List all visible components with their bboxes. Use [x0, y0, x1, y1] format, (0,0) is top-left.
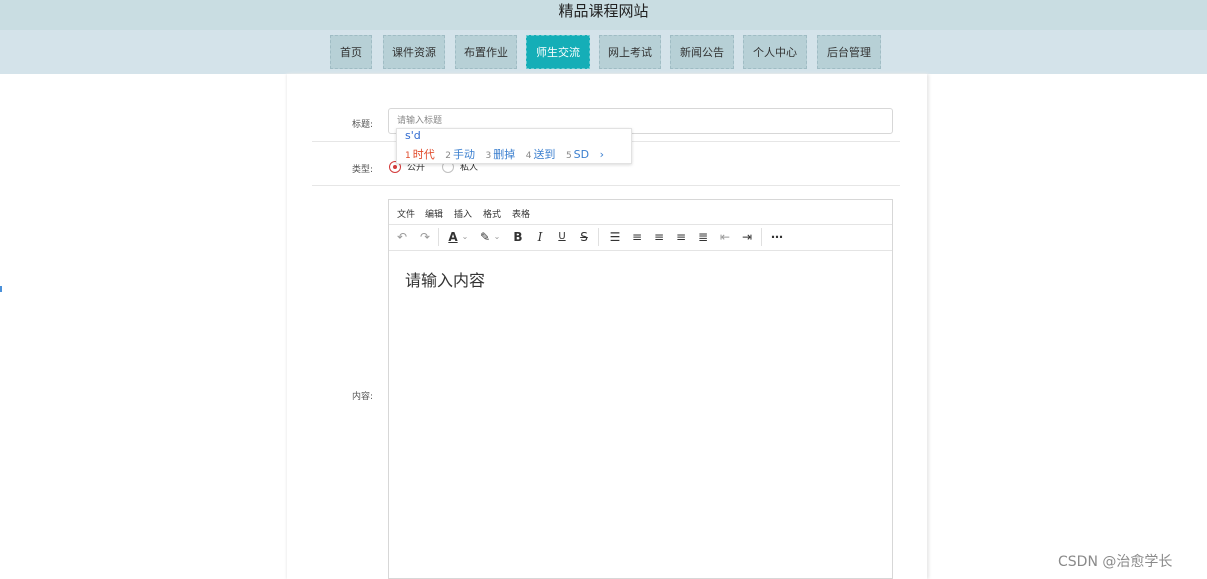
- toolbar-separator: [761, 228, 762, 246]
- ime-candidate[interactable]: 5 SD: [566, 148, 589, 161]
- chevron-down-icon[interactable]: ⌄: [461, 229, 469, 245]
- highlight-icon[interactable]: ✎: [477, 229, 493, 245]
- align-right-icon[interactable]: ≡: [673, 229, 689, 245]
- scroll-marker: [0, 286, 2, 292]
- nav-home[interactable]: 首页: [330, 35, 372, 69]
- nav-exam[interactable]: 网上考试: [599, 35, 661, 69]
- align-left-icon[interactable]: ≡: [629, 229, 645, 245]
- menu-edit[interactable]: 编辑: [425, 207, 443, 220]
- bold-icon[interactable]: B: [510, 229, 526, 245]
- ime-candidates: 1 时代 2 手动 3 删掉 4 送到 5 SD ›: [405, 146, 611, 162]
- ime-candidate[interactable]: 1 时代: [405, 148, 435, 161]
- ime-candidate[interactable]: 4 送到: [526, 148, 556, 161]
- list-icon[interactable]: ☰: [607, 229, 623, 245]
- nav-news[interactable]: 新闻公告: [670, 35, 734, 69]
- menu-format[interactable]: 格式: [483, 207, 501, 220]
- nav-admin[interactable]: 后台管理: [817, 35, 881, 69]
- strikethrough-icon[interactable]: S: [576, 229, 592, 245]
- nav-homework[interactable]: 布置作业: [455, 35, 517, 69]
- toolbar-separator: [438, 228, 439, 246]
- align-justify-icon[interactable]: ≣: [695, 229, 711, 245]
- undo-icon[interactable]: ↶: [394, 229, 410, 245]
- editor-toolbar: ↶ ↷ A ⌄ ✎ ⌄ B I U S ☰ ≡ ≡ ≡ ≣ ⇤ ⇥ ⋯: [389, 224, 892, 251]
- editor-placeholder[interactable]: 请输入内容: [405, 267, 485, 291]
- redo-icon[interactable]: ↷: [417, 229, 433, 245]
- italic-icon[interactable]: I: [532, 229, 548, 245]
- menu-file[interactable]: 文件: [397, 207, 415, 220]
- ime-candidate[interactable]: 2 手动: [445, 148, 475, 161]
- site-header: 精品课程网站: [0, 0, 1207, 30]
- type-label: 类型:: [352, 165, 374, 175]
- underline-icon[interactable]: U: [554, 229, 570, 245]
- nav-courseware[interactable]: 课件资源: [383, 35, 445, 69]
- indent-icon[interactable]: ⇥: [739, 229, 755, 245]
- outdent-icon[interactable]: ⇤: [717, 229, 733, 245]
- menu-table[interactable]: 表格: [512, 207, 530, 220]
- ime-candidate-popup: s'd 1 时代 2 手动 3 删掉 4 送到 5 SD ›: [396, 128, 632, 164]
- more-icon[interactable]: ⋯: [769, 229, 785, 245]
- divider: [312, 185, 900, 186]
- main-nav: 首页 课件资源 布置作业 师生交流 网上考试 新闻公告 个人中心 后台管理: [0, 30, 1207, 74]
- editor-menubar: 文件 编辑 插入 格式 表格: [389, 200, 892, 225]
- site-title: 精品课程网站: [558, 2, 649, 20]
- chevron-down-icon[interactable]: ⌄: [493, 229, 501, 245]
- nav-discussion[interactable]: 师生交流: [526, 35, 590, 69]
- title-label: 标题:: [352, 120, 374, 130]
- toolbar-separator: [598, 228, 599, 246]
- rich-text-editor: 文件 编辑 插入 格式 表格 ↶ ↷ A ⌄ ✎ ⌄ B I U S ☰ ≡ ≡…: [388, 199, 893, 579]
- title-placeholder: 请输入标题: [397, 116, 443, 126]
- menu-insert[interactable]: 插入: [454, 207, 472, 220]
- ime-next-page-icon[interactable]: ›: [600, 148, 604, 161]
- content-label: 内容:: [352, 392, 374, 402]
- align-center-icon[interactable]: ≡: [651, 229, 667, 245]
- font-color-icon[interactable]: A: [445, 229, 461, 245]
- ime-candidate[interactable]: 3 删掉: [485, 148, 515, 161]
- nav-profile[interactable]: 个人中心: [743, 35, 807, 69]
- ime-composition: s'd: [405, 129, 421, 142]
- watermark: CSDN @治愈学长: [1058, 554, 1173, 570]
